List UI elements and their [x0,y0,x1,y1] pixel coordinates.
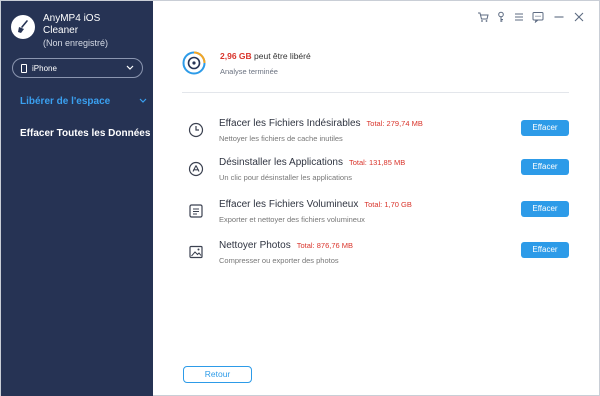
brand-text: AnyMP4 iOS Cleaner (Non enregistré) [43,13,108,49]
freeable-space-text: 2,96 GB peut être libéré [220,51,311,61]
clock-icon [188,122,204,138]
sidebar-item-label: Libérer de l'espace [20,96,111,107]
row-description: Un clic pour désinstaller les applicatio… [219,173,352,182]
menu-icon[interactable] [513,11,525,23]
row-total: Total: 1,70 GB [364,200,412,209]
list-item-photos: Nettoyer Photos Total: 876,76 MB Compress… [182,239,572,277]
row-title-text: Effacer les Fichiers Volumineux [219,199,359,210]
app-window: AnyMP4 iOS Cleaner (Non enregistré) iPho… [0,0,600,396]
freeable-amount: 2,96 GB [220,51,252,61]
list-item-uninstall-apps: Désinstaller les Applications Total: 131,… [182,156,572,194]
chevron-down-icon [139,96,147,107]
row-description: Nettoyer les fichiers de cache inutiles [219,134,343,143]
phone-icon [21,63,27,73]
sidebar-item-erase-all[interactable]: Effacer Toutes les Données [20,128,150,139]
key-icon[interactable] [495,11,507,23]
sidebar-item-label: Effacer Toutes les Données [20,128,151,139]
row-title: Effacer les Fichiers Indésirables Total: … [219,118,423,129]
row-description: Exporter et nettoyer des fichiers volumi… [219,215,365,224]
back-button[interactable]: Retour [183,366,252,383]
erase-apps-button[interactable]: Effacer [521,159,569,175]
row-total: Total: 876,76 MB [296,241,354,250]
row-description: Compresser ou exporter des photos [219,256,339,265]
row-title: Désinstaller les Applications Total: 131,… [219,157,405,168]
chat-icon[interactable] [532,11,544,24]
row-title: Effacer les Fichiers Volumineux Total: 1,… [219,199,412,210]
brand: AnyMP4 iOS Cleaner (Non enregistré) [11,13,108,49]
row-title-text: Désinstaller les Applications [219,157,343,168]
close-icon[interactable] [573,11,585,23]
list-item-large-files: Effacer les Fichiers Volumineux Total: 1,… [182,198,572,236]
list-item-junk-files: Effacer les Fichiers Indésirables Total: … [182,117,572,155]
erase-large-files-button[interactable]: Effacer [521,201,569,217]
device-selector[interactable]: iPhone [12,58,143,78]
photo-icon [188,244,204,260]
freeable-suffix: peut être libéré [251,51,311,61]
row-total: Total: 279,74 MB [366,119,423,128]
row-title-text: Effacer les Fichiers Indésirables [219,118,361,129]
registration-status: (Non enregistré) [43,38,109,48]
app-name-line2: Cleaner [43,25,79,36]
erase-photos-button[interactable]: Effacer [521,242,569,258]
analysis-status: Analyse terminée [220,67,278,76]
document-icon [188,203,204,219]
device-selected: iPhone [32,63,57,73]
erase-junk-button[interactable]: Effacer [521,120,569,136]
app-store-icon [188,161,204,177]
row-title-text: Nettoyer Photos [219,240,291,251]
sidebar-item-free-space[interactable]: Libérer de l'espace [20,96,147,107]
divider [182,92,569,93]
chevron-down-icon [126,64,134,73]
broom-logo-icon [11,15,35,39]
minimize-icon[interactable] [553,11,565,23]
row-title: Nettoyer Photos Total: 876,76 MB [219,240,353,251]
row-total: Total: 131,85 MB [348,158,406,167]
cart-icon[interactable] [477,11,489,23]
scan-complete-icon [182,51,206,75]
app-name: AnyMP4 iOS [43,13,101,24]
sidebar: AnyMP4 iOS Cleaner (Non enregistré) iPho… [1,1,153,396]
